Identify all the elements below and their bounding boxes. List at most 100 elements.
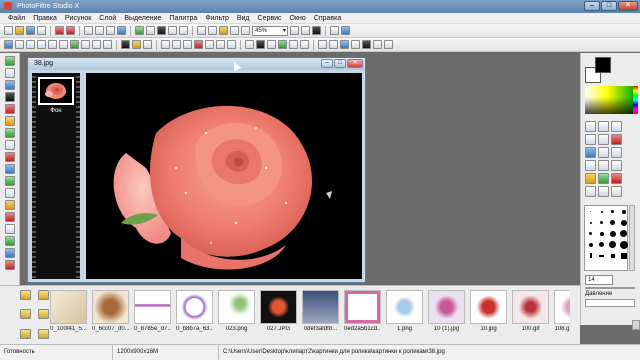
tool-icon-1[interactable] (4, 56, 15, 66)
close-button[interactable]: ✕ (618, 1, 638, 11)
rotate-right-icon[interactable] (227, 40, 236, 49)
thumbnail-item[interactable]: 0_b8b7a_63... (176, 290, 213, 332)
gamma-down-icon[interactable] (103, 40, 112, 49)
brush-option[interactable] (596, 217, 607, 228)
emboss-icon[interactable] (183, 40, 192, 49)
brush-option[interactable] (607, 206, 618, 217)
cut-icon[interactable] (84, 26, 93, 35)
document-titlebar[interactable]: 38.jpg – □ ✕ (28, 58, 365, 70)
tool-icon-7[interactable] (4, 128, 15, 138)
doc-maximize-button[interactable]: □ (334, 59, 346, 68)
mask-icon[interactable] (278, 40, 287, 49)
doc-close-button[interactable]: ✕ (347, 59, 363, 68)
menu-image[interactable]: Рисунок (61, 13, 95, 23)
copy-icon[interactable] (95, 26, 104, 35)
zoom-select[interactable]: 45% (252, 25, 288, 36)
brush-size-slider[interactable] (585, 287, 635, 289)
tool-icon-6[interactable] (4, 116, 15, 126)
brush-size-field[interactable]: 14 (585, 275, 613, 285)
layer-down-icon[interactable] (329, 40, 338, 49)
folder-icon[interactable] (20, 290, 31, 300)
layer-options-icon[interactable] (351, 40, 360, 49)
tool-icon-5[interactable] (4, 104, 15, 114)
tool-icon-9[interactable] (4, 152, 15, 162)
folder-new-icon[interactable] (20, 309, 31, 320)
brush-option[interactable] (607, 228, 618, 239)
menu-layer[interactable]: Слой (95, 13, 120, 23)
thumbnail-item[interactable]: 027.JPG (260, 290, 297, 332)
brush-option[interactable] (618, 217, 629, 228)
print-icon[interactable] (37, 26, 46, 35)
brush-option[interactable] (585, 239, 596, 250)
tool-icon-18[interactable] (4, 260, 15, 270)
new-icon[interactable] (4, 26, 13, 35)
thumbnail-item[interactable]: 0_8785e_d7... (134, 290, 171, 332)
auto-contrast-icon[interactable] (15, 40, 24, 49)
panel-scroll-handle[interactable] (632, 320, 640, 330)
menu-selection[interactable]: Выделение (120, 13, 165, 23)
frame-icon[interactable] (245, 40, 254, 49)
brush-option[interactable] (585, 250, 596, 261)
tool-icon-3[interactable] (4, 80, 15, 90)
thumbnail-item[interactable]: 108.g (554, 290, 570, 332)
blur-icon[interactable] (161, 40, 170, 49)
folder-up-icon[interactable] (38, 290, 49, 300)
magic-wand-icon[interactable] (598, 134, 609, 145)
redo-icon[interactable] (66, 26, 75, 35)
doc-minimize-button[interactable]: – (321, 59, 333, 68)
saturation-down-icon[interactable] (81, 40, 90, 49)
canvas-size-icon[interactable] (146, 26, 155, 35)
negative-icon[interactable] (143, 40, 152, 49)
fullscreen-icon[interactable] (312, 26, 321, 35)
layer-thumbnail[interactable] (38, 77, 74, 105)
brush-icon[interactable] (611, 147, 622, 158)
brush-option[interactable] (596, 206, 607, 217)
tool-icon-4[interactable] (4, 92, 15, 102)
paint-bucket-icon[interactable] (585, 147, 596, 158)
thumbnail-item[interactable]: 023.png (218, 290, 255, 332)
menu-window[interactable]: Окно (286, 13, 310, 23)
texture-icon[interactable] (267, 40, 276, 49)
brush-option[interactable] (596, 228, 607, 239)
tool-icon-17[interactable] (4, 248, 15, 258)
brush-option[interactable] (618, 250, 629, 261)
flip-icon[interactable] (179, 26, 188, 35)
menu-help[interactable]: Справка (310, 13, 345, 23)
fill-icon[interactable] (300, 40, 309, 49)
red-eye-icon[interactable] (611, 173, 622, 184)
tool-icon-15[interactable] (4, 224, 15, 234)
brush-shape-grid[interactable] (584, 205, 628, 271)
image-size-icon[interactable] (135, 26, 144, 35)
actual-size-icon[interactable] (290, 26, 299, 35)
shape-icon[interactable] (611, 186, 622, 197)
brush-option[interactable] (596, 239, 607, 250)
thumbnail-item[interactable]: 1.png (386, 290, 423, 332)
thumbnail-item[interactable]: 0_100f41_5... (50, 290, 87, 332)
invert-selection-icon[interactable] (373, 40, 382, 49)
tool-icon-8[interactable] (4, 140, 15, 150)
pointer-icon[interactable] (585, 121, 596, 132)
mirror-icon[interactable] (205, 40, 214, 49)
rotate-icon[interactable] (168, 26, 177, 35)
tool-icon-12[interactable] (4, 188, 15, 198)
gradient-icon[interactable] (289, 40, 298, 49)
brush-option[interactable] (618, 206, 629, 217)
pattern-icon[interactable] (598, 173, 609, 184)
auto-level-icon[interactable] (4, 40, 13, 49)
thumbnail-item[interactable]: 10.jpg (470, 290, 507, 332)
tool-icon-16[interactable] (4, 236, 15, 246)
smudge-icon[interactable] (598, 160, 609, 171)
hand-icon[interactable] (585, 186, 596, 197)
zoom-out-icon[interactable] (241, 26, 250, 35)
folder-favorite-icon[interactable] (20, 328, 31, 339)
color-picker[interactable] (585, 86, 635, 114)
maximize-button[interactable]: □ (601, 1, 617, 11)
gamma-up-icon[interactable] (92, 40, 101, 49)
open-folder-icon[interactable] (15, 26, 24, 35)
paste-new-icon[interactable] (117, 26, 126, 35)
pen-icon[interactable] (598, 186, 609, 197)
brush-option[interactable] (607, 239, 618, 250)
save-icon[interactable] (26, 26, 35, 35)
foreground-color-swatch[interactable] (595, 57, 611, 73)
menu-view[interactable]: Вид (233, 13, 254, 23)
